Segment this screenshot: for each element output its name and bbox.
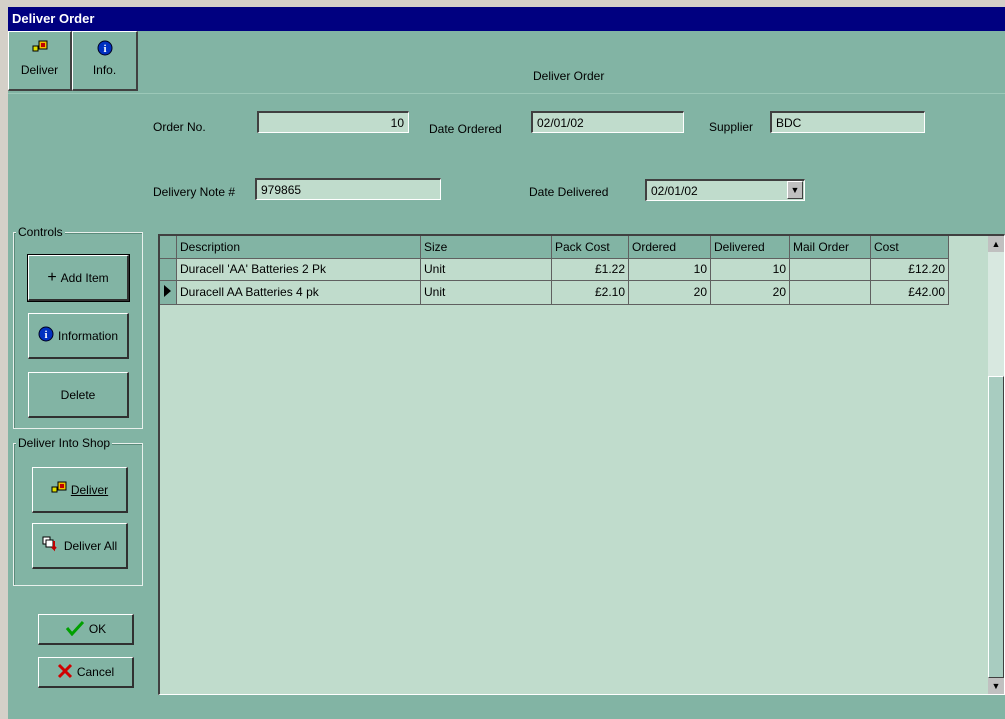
row-indicator[interactable] (160, 258, 177, 281)
deliver-icon (9, 40, 70, 59)
toolbar-info-button[interactable]: i Info. (72, 31, 138, 91)
cell-ordered[interactable]: 10 (628, 258, 711, 281)
info-icon: i (73, 40, 136, 59)
column-header-delivered[interactable]: Delivered (710, 236, 790, 259)
grid-vertical-scrollbar[interactable]: ▲ ▼ (988, 236, 1004, 694)
date-delivered-value: 02/01/02 (651, 184, 698, 198)
table-row[interactable]: Duracell AA Batteries 4 pk Unit £2.10 20… (160, 280, 949, 305)
order-no-label: Order No. (153, 120, 206, 134)
cell-size[interactable]: Unit (420, 258, 552, 281)
deliver-label: Deliver (70, 482, 109, 497)
checkmark-icon (65, 620, 85, 639)
row-indicator-header (160, 236, 177, 259)
grid-header-row: Description Size Pack Cost Ordered Deliv… (160, 236, 949, 259)
column-header-cost[interactable]: Cost (870, 236, 949, 259)
add-item-button[interactable]: + Add Item (27, 254, 130, 302)
delete-button[interactable]: Delete (28, 372, 129, 418)
cell-mail-order[interactable] (789, 280, 871, 305)
toolbar-deliver-button[interactable]: Deliver (8, 31, 72, 91)
toolbar-deliver-label: Deliver (20, 63, 59, 77)
date-ordered-field[interactable]: 02/01/02 (531, 111, 684, 133)
controls-group-title: Controls (16, 225, 65, 239)
column-header-ordered[interactable]: Ordered (628, 236, 711, 259)
deliver-all-button[interactable]: Deliver All (32, 523, 128, 569)
row-pointer-icon (164, 284, 171, 297)
column-header-mail-order[interactable]: Mail Order (789, 236, 871, 259)
deliver-order-window: Deliver Order Deliver i Info. Deliver Or… (8, 7, 1005, 719)
cell-delivered[interactable]: 20 (710, 280, 790, 305)
column-header-description[interactable]: Description (176, 236, 421, 259)
supplier-field[interactable]: BDC (770, 111, 925, 133)
svg-text:i: i (44, 329, 47, 341)
close-icon (57, 663, 73, 682)
toolbar: Deliver i Info. Deliver Order (8, 31, 1005, 94)
information-label: Information (57, 328, 119, 343)
info-icon: i (38, 326, 54, 345)
column-header-pack-cost[interactable]: Pack Cost (551, 236, 629, 259)
deliver-all-icon (42, 536, 60, 555)
ok-button[interactable]: OK (38, 614, 134, 645)
cell-ordered[interactable]: 20 (628, 280, 711, 305)
cell-mail-order[interactable] (789, 258, 871, 281)
form-caption: Deliver Order (533, 69, 605, 83)
ok-label: OK (88, 622, 107, 636)
deliver-into-shop-title: Deliver Into Shop (16, 436, 113, 450)
cell-pack-cost[interactable]: £2.10 (551, 280, 629, 305)
svg-text:i: i (103, 43, 106, 55)
add-item-label: Add Item (60, 270, 109, 285)
supplier-label: Supplier (709, 120, 754, 134)
column-header-size[interactable]: Size (420, 236, 552, 259)
information-button[interactable]: i Information (28, 313, 129, 359)
date-delivered-label: Date Delivered (529, 185, 609, 199)
cell-cost[interactable]: £42.00 (870, 280, 949, 305)
chevron-down-icon[interactable]: ▼ (787, 181, 803, 199)
date-delivered-combo[interactable]: 02/01/02 (645, 179, 805, 201)
current-row-indicator[interactable] (160, 280, 177, 305)
toolbar-info-label: Info. (92, 63, 117, 77)
cell-size[interactable]: Unit (420, 280, 552, 305)
order-items-grid[interactable]: Description Size Pack Cost Ordered Deliv… (158, 234, 1005, 695)
delivery-note-label: Delivery Note # (153, 185, 236, 199)
date-ordered-label: Date Ordered (429, 122, 502, 136)
window-title: Deliver Order (8, 7, 1005, 31)
cell-pack-cost[interactable]: £1.22 (551, 258, 629, 281)
cell-cost[interactable]: £12.20 (870, 258, 949, 281)
table-row[interactable]: Duracell 'AA' Batteries 2 Pk Unit £1.22 … (160, 258, 949, 281)
order-no-field[interactable]: 10 (257, 111, 409, 133)
cell-description[interactable]: Duracell AA Batteries 4 pk (176, 280, 421, 305)
plus-icon: + (47, 268, 57, 286)
cancel-label: Cancel (76, 665, 115, 679)
deliver-button[interactable]: Deliver (32, 467, 128, 513)
cancel-button[interactable]: Cancel (38, 657, 134, 688)
scroll-down-arrow-icon[interactable]: ▼ (988, 678, 1004, 694)
scroll-thumb[interactable] (988, 376, 1004, 678)
delete-label: Delete (60, 387, 96, 402)
delivery-note-field[interactable]: 979865 (255, 178, 441, 200)
scroll-up-arrow-icon[interactable]: ▲ (988, 236, 1004, 252)
deliver-icon (51, 481, 67, 498)
cell-description[interactable]: Duracell 'AA' Batteries 2 Pk (176, 258, 421, 281)
cell-delivered[interactable]: 10 (710, 258, 790, 281)
deliver-all-label: Deliver All (63, 538, 118, 553)
